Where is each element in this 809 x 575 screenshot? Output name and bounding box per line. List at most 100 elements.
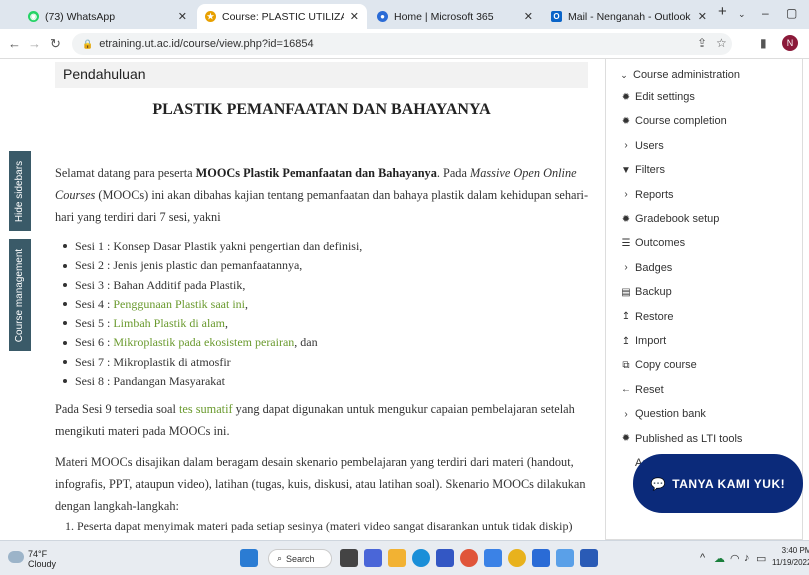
onedrive-icon[interactable]: ☁: [714, 552, 725, 565]
hide-sidebars-tab[interactable]: Hide sidebars: [9, 151, 31, 231]
close-tab-icon[interactable]: ✕: [524, 10, 533, 23]
taskbar-search[interactable]: ⌕ Search: [268, 549, 332, 568]
battery-icon[interactable]: ▭: [756, 552, 766, 565]
firefox-icon[interactable]: [460, 549, 478, 567]
tab-title: Home | Microsoft 365: [394, 10, 494, 23]
session-item: Sesi 6 : Mikroplastik pada ekosistem per…: [63, 333, 362, 352]
gear-icon: ✹: [621, 213, 631, 225]
new-tab-icon[interactable]: +: [718, 3, 727, 20]
store-icon[interactable]: [436, 549, 454, 567]
browser-tab-bar: ◉ (73) WhatsApp ✕ ★ Course: PLASTIC UTIL…: [0, 0, 809, 29]
app-l-icon[interactable]: [484, 549, 502, 567]
taskview-icon[interactable]: [340, 549, 358, 567]
file-icon: ▤: [621, 286, 631, 298]
chevron-right-icon: ›: [624, 189, 628, 201]
tab-microsoft365[interactable]: ● Home | Microsoft 365 ✕: [369, 4, 541, 29]
chat-icon: 💬: [650, 476, 667, 491]
scenario-paragraph: Materi MOOCs disajikan dalam beragam des…: [55, 455, 586, 513]
session-item: Sesi 7 : Mikroplastik di atmosfir: [63, 353, 362, 372]
bullet-icon: [63, 244, 67, 249]
admin-item-gradebook-setup[interactable]: ✹ Gradebook setup: [620, 213, 720, 225]
course-admin-header[interactable]: ⌄ Course administration: [618, 69, 740, 81]
session-item: Sesi 8 : Pandangan Masyarakat: [63, 372, 362, 391]
bullet-icon: [63, 340, 67, 345]
section-title: Pendahuluan: [55, 62, 588, 88]
admin-item-copy-course[interactable]: ⧉ Copy course: [620, 359, 696, 371]
list-icon: ☰: [621, 237, 631, 249]
bullet-icon: [63, 282, 67, 287]
admin-item-course-completion[interactable]: ✹ Course completion: [620, 115, 727, 127]
minimize-icon[interactable]: –: [762, 6, 769, 20]
chrome-icon[interactable]: [508, 549, 526, 567]
bullet-icon: [63, 360, 67, 365]
word-icon[interactable]: [580, 549, 598, 567]
close-tab-icon[interactable]: ✕: [350, 10, 359, 23]
chat-button-label: TANYA KAMI YUK!: [672, 476, 786, 491]
edge-icon[interactable]: [412, 549, 430, 567]
clock[interactable]: 3:40 PM 11/19/2022: [772, 545, 809, 569]
admin-item-edit-settings[interactable]: ✹ Edit settings: [620, 91, 695, 103]
weather-widget[interactable]: 74°F Cloudy: [28, 549, 56, 569]
restore-icon: ↥: [621, 311, 631, 323]
chevron-down-icon: ⌄: [620, 69, 628, 80]
session-link[interactable]: Limbah Plastik di alam: [113, 316, 225, 330]
address-bar-row: ← → ↻ 🔒 etraining.ut.ac.id/course/view.p…: [0, 29, 809, 59]
tray-chevron-icon[interactable]: ^: [700, 552, 705, 564]
admin-item-reports[interactable]: › Reports: [620, 189, 673, 201]
tab-search-icon[interactable]: ⌄: [738, 9, 746, 20]
course-management-tab[interactable]: Course management: [9, 239, 31, 351]
app-icon[interactable]: [556, 549, 574, 567]
close-tab-icon[interactable]: ✕: [698, 10, 707, 23]
tab-course[interactable]: ★ Course: PLASTIC UTILIZATION AI ✕: [197, 4, 367, 29]
admin-item-reset[interactable]: ← Reset: [620, 384, 664, 396]
close-tab-icon[interactable]: ✕: [178, 10, 187, 23]
admin-item-badges[interactable]: › Badges: [620, 262, 672, 274]
gear-icon: ✹: [621, 433, 631, 445]
admin-item-restore[interactable]: ↥ Restore: [620, 311, 674, 323]
url-input[interactable]: 🔒 etraining.ut.ac.id/course/view.php?id=…: [72, 33, 732, 55]
session-item: Sesi 5 : Limbah Plastik di alam,: [63, 314, 362, 333]
admin-item-backup[interactable]: ▤ Backup: [620, 286, 671, 298]
wifi-icon[interactable]: ◠: [730, 552, 740, 565]
sidepanel-icon[interactable]: ▮: [760, 36, 767, 50]
mail-icon[interactable]: [532, 549, 550, 567]
microsoft365-icon: ●: [377, 11, 388, 22]
admin-item-outcomes[interactable]: ☰ Outcomes: [620, 237, 686, 249]
volume-icon[interactable]: ♪: [744, 552, 750, 564]
session-link[interactable]: Penggunaan Plastik saat ini: [113, 297, 245, 311]
chat-button[interactable]: 💬 TANYA KAMI YUK!: [633, 454, 803, 513]
tes-sumatif-link[interactable]: tes sumatif: [179, 402, 233, 416]
reload-icon[interactable]: ↻: [50, 36, 61, 52]
page-content: Hide sidebars Course management Pendahul…: [0, 59, 809, 540]
admin-item-question-bank[interactable]: › Question bank: [620, 408, 706, 420]
start-icon[interactable]: [240, 549, 258, 567]
filter-icon: ▼: [621, 164, 631, 176]
admin-item-import[interactable]: ↥ Import: [620, 335, 666, 347]
step-item: 1. Peserta dapat menyimak materi pada se…: [65, 519, 573, 533]
file-explorer-icon[interactable]: [388, 549, 406, 567]
bullet-icon: [63, 302, 67, 307]
session-item: Sesi 2 : Jenis jenis plastic dan pemanfa…: [63, 256, 362, 275]
admin-item-users[interactable]: › Users: [620, 140, 663, 152]
bullet-icon: [63, 321, 67, 326]
bullet-icon: [63, 379, 67, 384]
chevron-right-icon: ›: [624, 262, 628, 274]
admin-item-published-as-lti-tools[interactable]: ✹ Published as LTI tools: [620, 433, 743, 445]
intro-paragraph: Selamat datang para peserta MOOCs Plasti…: [55, 166, 589, 224]
maximize-icon[interactable]: ▢: [786, 6, 797, 20]
session-item: Sesi 1 : Konsep Dasar Plastik yakni peng…: [63, 237, 362, 256]
bullet-icon: [63, 263, 67, 268]
tab-whatsapp[interactable]: ◉ (73) WhatsApp ✕: [20, 4, 195, 29]
outlook-icon: O: [551, 11, 562, 22]
share-icon[interactable]: ⇪: [697, 36, 707, 50]
session-link[interactable]: Mikroplastik pada ekosistem perairan: [113, 335, 294, 349]
tab-title: Mail - Nenganah - Outlook: [568, 10, 691, 23]
bookmark-star-icon[interactable]: ☆: [716, 36, 727, 50]
profile-avatar[interactable]: N: [782, 35, 798, 51]
forward-icon[interactable]: →: [28, 36, 41, 51]
url-text: etraining.ut.ac.id/course/view.php?id=16…: [99, 38, 314, 50]
tab-outlook[interactable]: O Mail - Nenganah - Outlook ✕: [543, 4, 715, 29]
chat-app-icon[interactable]: [364, 549, 382, 567]
admin-item-filters[interactable]: ▼ Filters: [620, 164, 665, 176]
back-icon[interactable]: ←: [8, 36, 21, 51]
